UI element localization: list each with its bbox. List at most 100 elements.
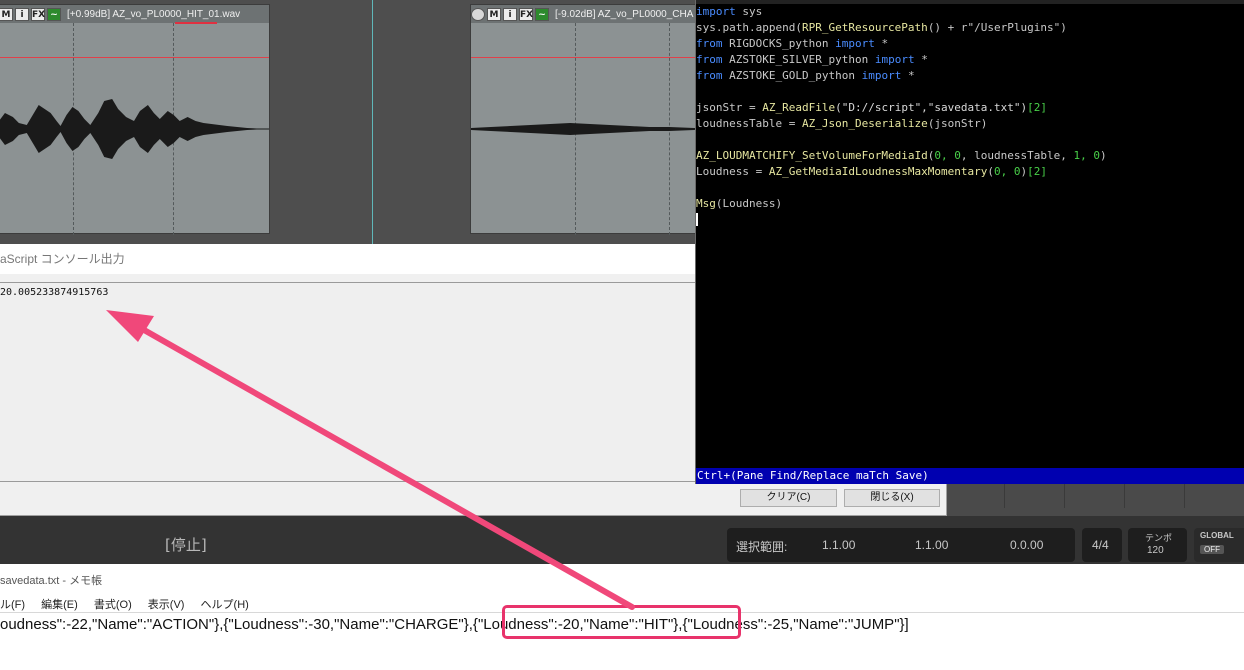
global-label: GLOBAL [1200, 531, 1234, 540]
selection-start[interactable]: 1.1.00 [822, 538, 855, 552]
item-properties-button[interactable]: i [15, 7, 29, 21]
menu-format[interactable]: 書式(O) [94, 599, 132, 611]
code-token: RIGDOCKS_python [722, 37, 836, 50]
code-token: AZ_LOUDMATCHIFY_SetVolumeForMediaId [696, 149, 928, 162]
menu-file[interactable]: ル(F) [0, 599, 25, 611]
code-token: from [696, 37, 723, 50]
text-caret [696, 213, 698, 226]
code-token: loudnessTable = [696, 117, 802, 130]
code-token: import [696, 5, 736, 18]
code-token: () + r"/UserPlugins") [927, 21, 1067, 34]
code-token: from [696, 69, 723, 82]
menu-help[interactable]: ヘルプ(H) [201, 599, 249, 611]
time-signature: 4/4 [1092, 538, 1109, 552]
arrange-view: M i FX ~ [+0.99dB] AZ_vo_PL0000_HIT_01.w… [0, 0, 700, 244]
media-item-header: M i FX ~ [-9.02dB] AZ_vo_PL0000_CHA [471, 5, 700, 23]
code-token: AZSTOKE_GOLD_python [722, 69, 862, 82]
clear-button[interactable]: クリア(C) [740, 489, 837, 507]
code-token: import [861, 69, 902, 82]
envelope-icon[interactable]: ~ [47, 7, 61, 21]
media-item-header: M i FX ~ [+0.99dB] AZ_vo_PL0000_HIT_01.w… [0, 5, 269, 23]
selection-end[interactable]: 1.1.00 [915, 538, 948, 552]
code-token: [2] [1027, 165, 1048, 178]
code-line: from RIGDOCKS_python import * [696, 36, 1107, 52]
tempo-label: テンポ [1145, 533, 1173, 543]
code-line: AZ_LOUDMATCHIFY_SetVolumeForMediaId(0, 0… [696, 148, 1107, 164]
item-properties-button[interactable]: i [503, 7, 517, 21]
code-line: jsonStr = AZ_ReadFile("D://script","save… [696, 100, 1107, 116]
code-line: sys.path.append(RPR_GetResourcePath() + … [696, 20, 1107, 36]
code-token: import [835, 37, 875, 50]
media-item-hit[interactable]: M i FX ~ [+0.99dB] AZ_vo_PL0000_HIT_01.w… [0, 4, 270, 235]
code-token: import [874, 53, 915, 66]
waveform-display [471, 123, 700, 135]
menu-view[interactable]: 表示(V) [148, 599, 185, 611]
mute-button[interactable]: M [487, 7, 501, 21]
media-item-body [0, 23, 269, 235]
envelope-icon[interactable]: ~ [535, 7, 549, 21]
mute-button[interactable]: M [0, 7, 13, 21]
code-token: from [696, 53, 723, 66]
edit-cursor[interactable] [372, 0, 373, 244]
code-token: 0, 0 [994, 165, 1021, 178]
code-token: AZ_GetMediaIdLoudnessMaxMomentary [768, 165, 988, 178]
transport-bar: [停止] 選択範囲: 1.1.00 1.1.00 0.0.00 4/4 テンポ … [0, 516, 1244, 564]
fx-button[interactable]: FX [519, 7, 533, 21]
global-state: OFF [1200, 545, 1224, 554]
code-token: AZ_ReadFile [762, 101, 836, 114]
code-token: jsonStr = [696, 101, 763, 114]
console-output-text: 20.005233874915763 [0, 287, 109, 298]
menu-edit[interactable]: 編集(E) [41, 599, 78, 611]
code-token: ) [1100, 149, 1107, 162]
close-button[interactable]: 閉じる(X) [844, 489, 940, 507]
code-editor[interactable]: import sys sys.path.append(RPR_GetResourc… [695, 0, 1244, 484]
notepad-title: savedata.txt - メモ帳 [0, 575, 103, 587]
media-item-title: [-9.02dB] AZ_vo_PL0000_CHA [555, 8, 694, 20]
code-line: Msg(Loudness) [696, 196, 1107, 212]
code-line: import sys [696, 4, 1107, 20]
code-token: sys.path.append( [696, 21, 802, 34]
volume-knob-icon[interactable] [471, 7, 485, 21]
code-line: Loudness = AZ_GetMediaIdLoudnessMaxMomen… [696, 164, 1107, 180]
time-signature-box[interactable]: 4/4 [1082, 528, 1122, 562]
code-token: 0, 0 [934, 149, 961, 162]
volume-envelope-line[interactable] [471, 57, 700, 58]
dock-cell [947, 484, 1005, 508]
code-token: * [914, 53, 928, 66]
code-text[interactable]: import sys sys.path.append(RPR_GetResourc… [696, 4, 1107, 212]
code-token: AZSTOKE_SILVER_python [722, 53, 875, 66]
code-token: 1, 0 [1073, 149, 1101, 162]
media-item-charge[interactable]: M i FX ~ [-9.02dB] AZ_vo_PL0000_CHA [470, 4, 700, 235]
waveform-display [0, 99, 269, 159]
code-token: ("D://script","savedata.txt") [835, 101, 1028, 114]
dock-cell [1125, 484, 1185, 508]
selection-panel[interactable]: 選択範囲: 1.1.00 1.1.00 0.0.00 [727, 528, 1075, 562]
code-token: [2] [1027, 101, 1048, 114]
code-line: from AZSTOKE_SILVER_python import * [696, 52, 1107, 68]
code-token: * [901, 69, 915, 82]
selection-length[interactable]: 0.0.00 [1010, 538, 1043, 552]
dock-cell [1005, 484, 1065, 508]
code-token: (jsonStr) [927, 117, 988, 130]
code-token: (Loudness) [715, 197, 783, 210]
fx-button[interactable]: FX [31, 7, 45, 21]
play-state-label: [停止] [165, 536, 207, 554]
code-token: sys [735, 5, 763, 18]
code-token: RPR_GetResourcePath [801, 21, 928, 34]
global-automation-box[interactable]: GLOBAL OFF [1194, 528, 1244, 562]
volume-envelope-line[interactable] [0, 57, 269, 58]
editor-status-bar: Ctrl+(Pane Find/Replace maTch Save) [696, 468, 1244, 484]
code-token: , loudnessTable, [960, 149, 1074, 162]
code-token: Loudness = [696, 165, 769, 178]
code-token: AZ_Json_Deserialize [801, 117, 928, 130]
dock-cell [1065, 484, 1125, 508]
tempo-box[interactable]: テンポ 120 [1128, 528, 1187, 562]
code-line: from AZSTOKE_GOLD_python import * [696, 68, 1107, 84]
selection-label: 選択範囲: [736, 540, 788, 554]
highlight-box [502, 605, 741, 639]
notepad-menubar: ル(F) 編集(E) 書式(O) 表示(V) ヘルプ(H) [0, 596, 262, 612]
tempo-value: 120 [1147, 545, 1164, 556]
